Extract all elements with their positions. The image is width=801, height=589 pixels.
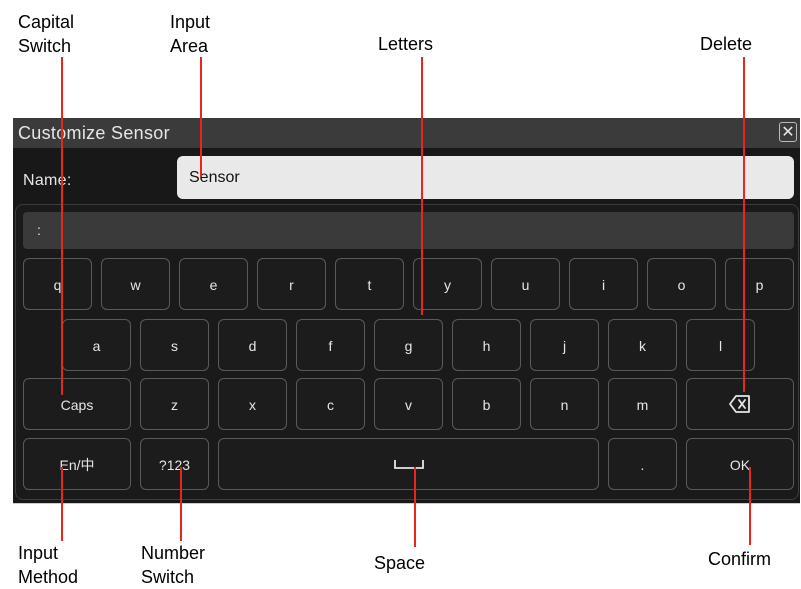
input-method-key[interactable]: En/中 — [23, 438, 131, 490]
callout-text: Switch — [18, 36, 72, 56]
leader-confirm — [749, 467, 751, 545]
leader-input-area — [200, 57, 202, 177]
key-label: x — [249, 397, 256, 413]
space-bar-icon — [393, 460, 424, 469]
key-label: g — [404, 338, 413, 354]
key-t[interactable]: t — [335, 258, 404, 310]
name-label: Name: — [23, 172, 72, 189]
key-label: i — [601, 277, 606, 293]
key-h[interactable]: h — [452, 319, 521, 371]
key-label: . — [640, 457, 645, 473]
number-switch-key[interactable]: ?123 — [140, 438, 209, 490]
caps-key[interactable]: Caps — [23, 378, 131, 430]
callout-confirm: Confirm — [708, 549, 772, 569]
dialog-title: Customize Sensor — [18, 123, 170, 143]
leader-letters — [421, 57, 423, 315]
key-j[interactable]: j — [530, 319, 599, 371]
callout-text: Area — [170, 36, 209, 56]
key-q[interactable]: q — [23, 258, 92, 310]
callout-number-switch: Number Switch — [141, 541, 205, 589]
callout-letters: Letters — [378, 34, 434, 54]
callout-text: Input — [170, 12, 211, 32]
callout-delete: Delete — [700, 34, 753, 54]
key-m[interactable]: m — [608, 378, 677, 430]
period-key[interactable]: . — [608, 438, 677, 490]
key-b[interactable]: b — [452, 378, 521, 430]
key-s[interactable]: s — [140, 319, 209, 371]
candidate-bar: : — [23, 212, 794, 249]
key-n[interactable]: n — [530, 378, 599, 430]
callout-space: Space — [374, 553, 426, 573]
key-x[interactable]: x — [218, 378, 287, 430]
key-label: r — [289, 277, 294, 293]
key-label: j — [562, 338, 567, 354]
dialog-titlebar: Customize Sensor ✕ — [13, 118, 800, 148]
key-label: o — [677, 277, 686, 293]
key-label: OK — [729, 457, 751, 473]
key-y[interactable]: y — [413, 258, 482, 310]
key-label: p — [755, 277, 764, 293]
key-label: s — [171, 338, 178, 354]
key-r[interactable]: r — [257, 258, 326, 310]
callout-text: Number — [141, 543, 206, 563]
key-a[interactable]: a — [62, 319, 131, 371]
close-button[interactable]: ✕ — [779, 122, 797, 142]
key-d[interactable]: d — [218, 319, 287, 371]
leader-capital-switch — [61, 57, 63, 395]
key-w[interactable]: w — [101, 258, 170, 310]
key-g[interactable]: g — [374, 319, 443, 371]
key-label: l — [718, 338, 723, 354]
key-label: f — [328, 338, 333, 354]
key-label: v — [405, 397, 412, 413]
name-input[interactable]: Sensor — [177, 156, 794, 199]
key-label: m — [636, 397, 649, 413]
key-c[interactable]: c — [296, 378, 365, 430]
key-e[interactable]: e — [179, 258, 248, 310]
key-label: Caps — [60, 397, 94, 413]
callout-text: Method — [18, 567, 79, 587]
callout-capital-switch: Capital Switch — [18, 10, 74, 58]
key-p[interactable]: p — [725, 258, 794, 310]
leader-delete — [743, 57, 745, 392]
leader-input-method — [61, 467, 63, 541]
key-label: b — [482, 397, 491, 413]
key-label: z — [171, 397, 178, 413]
underlying-strip — [13, 503, 800, 514]
key-label: a — [92, 338, 101, 354]
ok-key[interactable]: OK — [686, 438, 794, 490]
key-label: k — [639, 338, 646, 354]
callout-text: Input — [18, 543, 59, 563]
key-label: e — [209, 277, 218, 293]
key-i[interactable]: i — [569, 258, 638, 310]
key-label: y — [444, 277, 451, 293]
delete-key[interactable] — [686, 378, 794, 430]
callout-text: Capital — [18, 12, 75, 32]
backspace-icon — [729, 395, 750, 413]
close-icon: ✕ — [781, 124, 795, 141]
customize-sensor-dialog: Customize Sensor ✕ Name: Sensor : q w e … — [13, 118, 800, 503]
key-label: n — [560, 397, 569, 413]
key-f[interactable]: f — [296, 319, 365, 371]
space-key[interactable] — [218, 438, 599, 490]
callout-input-method: Input Method — [18, 541, 78, 589]
key-label: ?123 — [158, 457, 191, 473]
key-label: w — [130, 277, 141, 293]
callout-text: Switch — [141, 567, 195, 587]
key-z[interactable]: z — [140, 378, 209, 430]
key-u[interactable]: u — [491, 258, 560, 310]
leader-number-switch — [180, 467, 182, 541]
key-label: c — [327, 397, 334, 413]
leader-space — [414, 467, 416, 547]
key-label: u — [521, 277, 530, 293]
key-k[interactable]: k — [608, 319, 677, 371]
key-label: h — [482, 338, 491, 354]
callout-input-area: Input Area — [170, 10, 210, 58]
key-label: En/中 — [59, 457, 95, 473]
key-v[interactable]: v — [374, 378, 443, 430]
key-o[interactable]: o — [647, 258, 716, 310]
key-label: t — [367, 277, 372, 293]
key-label: d — [248, 338, 257, 354]
